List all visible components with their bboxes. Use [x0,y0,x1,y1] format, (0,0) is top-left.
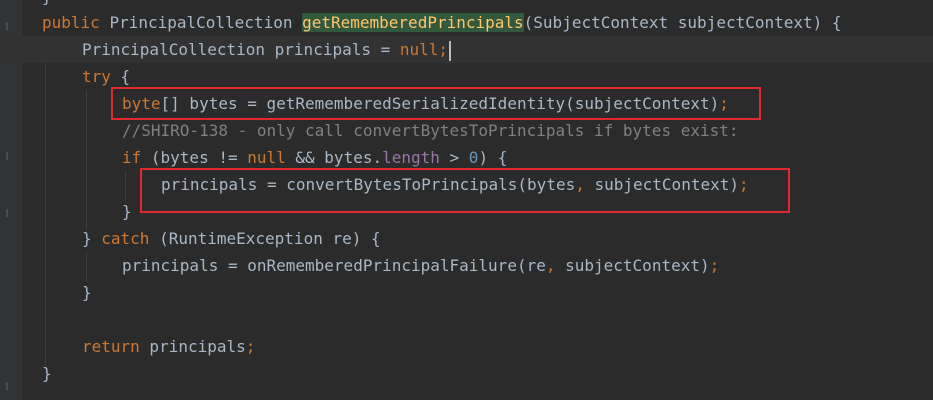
indent-guide [86,252,87,282]
annotation-box-principals [140,168,790,213]
code-line: try { [82,67,131,86]
text-caret [449,40,452,61]
code-line-current: PrincipalCollection principals = null; [0,36,933,63]
code-editor[interactable]: } public PrincipalCollection getRemember… [0,0,933,400]
code-line-signature: public PrincipalCollection getRemembered… [42,13,842,32]
code-comment: //SHIRO-138 - only call convertBytesToPr… [122,121,739,140]
code-line: if (bytes != null && bytes.length > 0) { [122,148,508,167]
annotation-box-bytes [111,87,761,120]
code-line: return principals; [82,337,256,356]
code-line: principals = onRememberedPrincipalFailur… [122,256,720,275]
indent-guide [45,36,46,366]
indent-guide [125,171,126,201]
code-line: } catch (RuntimeException re) { [82,229,381,248]
code-line: } [42,364,52,383]
method-name: getRememberedPrincipals [302,13,524,32]
code-line: } [82,283,92,302]
indent-guide [86,90,87,230]
